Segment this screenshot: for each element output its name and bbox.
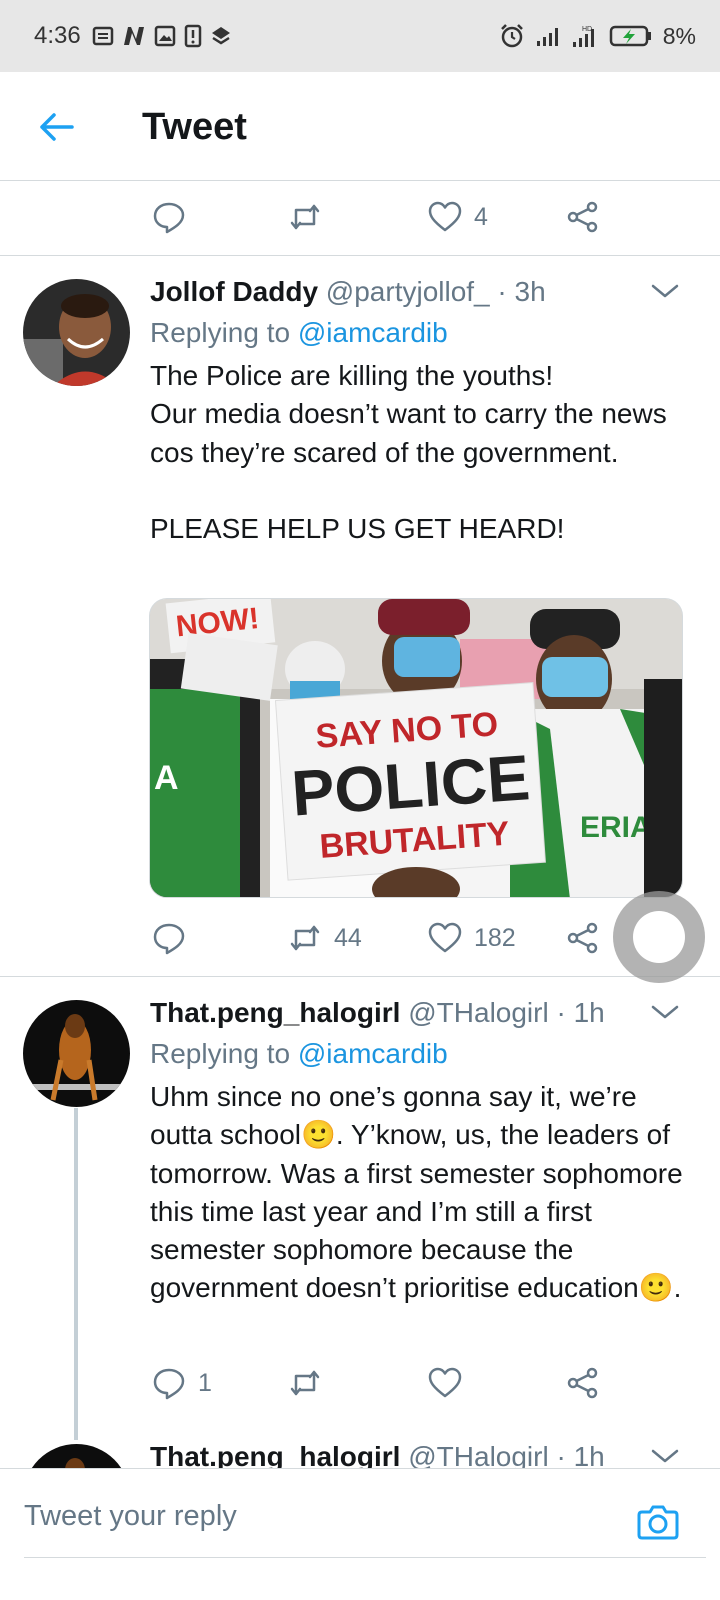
- floating-assistive-button[interactable]: [613, 891, 705, 983]
- signal-icon: [536, 28, 558, 46]
- handle-time: @partyjollof_ · 3h: [325, 276, 546, 307]
- mention-link[interactable]: @iamcardib: [298, 317, 448, 348]
- share-button[interactable]: [566, 1363, 600, 1403]
- handle-time: @THalogirl · 1h: [408, 997, 605, 1028]
- floating-button-inner: [633, 911, 685, 963]
- replying-to: Replying to @iamcardib: [150, 317, 448, 349]
- top-app-bar: Tweet: [0, 72, 720, 181]
- tweet-text: Uhm since no one’s gonna say it, we’re o…: [150, 1081, 691, 1304]
- replying-prefix: Replying to: [150, 1038, 291, 1069]
- layers-icon: [212, 27, 230, 45]
- retweet-button[interactable]: 44: [288, 918, 362, 958]
- retweet-icon: [290, 925, 320, 951]
- divider: [0, 255, 720, 256]
- retweet-icon: [290, 1370, 320, 1396]
- like-button[interactable]: [428, 1363, 462, 1403]
- divider: [0, 976, 720, 977]
- retweet-count: 44: [334, 923, 362, 952]
- chevron-down-icon[interactable]: [650, 1441, 680, 1471]
- heart-icon: [428, 1367, 462, 1398]
- heart-icon: [428, 201, 462, 232]
- battery-icon: [609, 25, 651, 47]
- mention-link[interactable]: @iamcardib: [298, 1038, 448, 1069]
- avatar-image: [23, 279, 130, 386]
- main-tweet-action-bar: 4: [0, 180, 720, 254]
- share-button[interactable]: [566, 197, 600, 237]
- n-app-icon: [124, 27, 144, 45]
- svg-text:HD: HD: [582, 26, 592, 33]
- chevron-down-icon[interactable]: [650, 276, 680, 306]
- chevron-down-icon[interactable]: [650, 997, 680, 1027]
- notification-icons: [92, 21, 232, 51]
- retweet-icon: [290, 204, 320, 230]
- share-icon: [567, 922, 598, 954]
- like-button[interactable]: 182: [428, 918, 516, 958]
- tweet-header: Jollof Daddy @partyjollof_ · 3h: [150, 276, 650, 308]
- shirt-left-text: A: [154, 759, 179, 797]
- comment-icon: [153, 923, 185, 955]
- retweet-button[interactable]: [288, 1363, 322, 1403]
- like-count: 4: [474, 202, 488, 231]
- back-button[interactable]: [34, 105, 78, 149]
- share-icon: [567, 201, 598, 233]
- page-title: Tweet: [142, 106, 247, 148]
- tweet-text: The Police are killing the youths! Our m…: [150, 360, 667, 545]
- reply-count: 1: [198, 1368, 212, 1397]
- sim-alert-icon: [184, 24, 202, 48]
- replying-prefix: Replying to: [150, 317, 291, 348]
- replying-to: Replying to @iamcardib: [150, 1038, 448, 1070]
- like-button[interactable]: 4: [428, 197, 488, 237]
- reply-button[interactable]: [152, 918, 186, 958]
- arrow-left-icon: [40, 113, 74, 141]
- reply-button[interactable]: [152, 197, 186, 237]
- reply-input[interactable]: Tweet your reply: [24, 1500, 237, 1533]
- share-icon: [567, 1367, 598, 1399]
- heart-icon: [428, 922, 462, 953]
- gallery-icon: [154, 25, 176, 47]
- camera-icon[interactable]: [636, 1499, 680, 1543]
- avatar[interactable]: [23, 279, 130, 386]
- reply-composer: Tweet your reply: [0, 1468, 720, 1600]
- tweet-action-bar: 44 182: [0, 901, 720, 975]
- shirt-right-text: ERIA: [580, 811, 652, 844]
- comment-icon: [153, 1368, 185, 1400]
- alarm-icon: [500, 24, 523, 48]
- reply-button[interactable]: 1: [152, 1363, 212, 1403]
- signal-hd-icon: HD: [572, 26, 594, 47]
- share-button[interactable]: [566, 918, 600, 958]
- comment-icon: [153, 202, 185, 234]
- display-name[interactable]: That.peng_halogirl: [150, 997, 400, 1028]
- protest-photo: A NOW! ERIA SAY NO TO POLICE BRUTALITY: [150, 599, 682, 897]
- status-bar: 4:36 HD 8%: [0, 0, 720, 72]
- message-icon: [92, 26, 114, 46]
- tweet-media[interactable]: A NOW! ERIA SAY NO TO POLICE BRUTALITY: [149, 598, 683, 898]
- display-name[interactable]: Jollof Daddy: [150, 276, 318, 307]
- retweet-button[interactable]: [288, 197, 322, 237]
- battery-percent: 8%: [662, 22, 696, 49]
- composer-underline: [24, 1557, 706, 1558]
- avatar[interactable]: [23, 1000, 130, 1107]
- like-count: 182: [474, 923, 516, 952]
- avatar-image: [23, 1000, 130, 1107]
- system-icons: HD 8%: [499, 21, 696, 51]
- status-time: 4:36: [34, 22, 81, 49]
- tweet-header: That.peng_halogirl @THalogirl · 1h: [150, 997, 650, 1029]
- tweet-action-bar: 1: [0, 1346, 720, 1420]
